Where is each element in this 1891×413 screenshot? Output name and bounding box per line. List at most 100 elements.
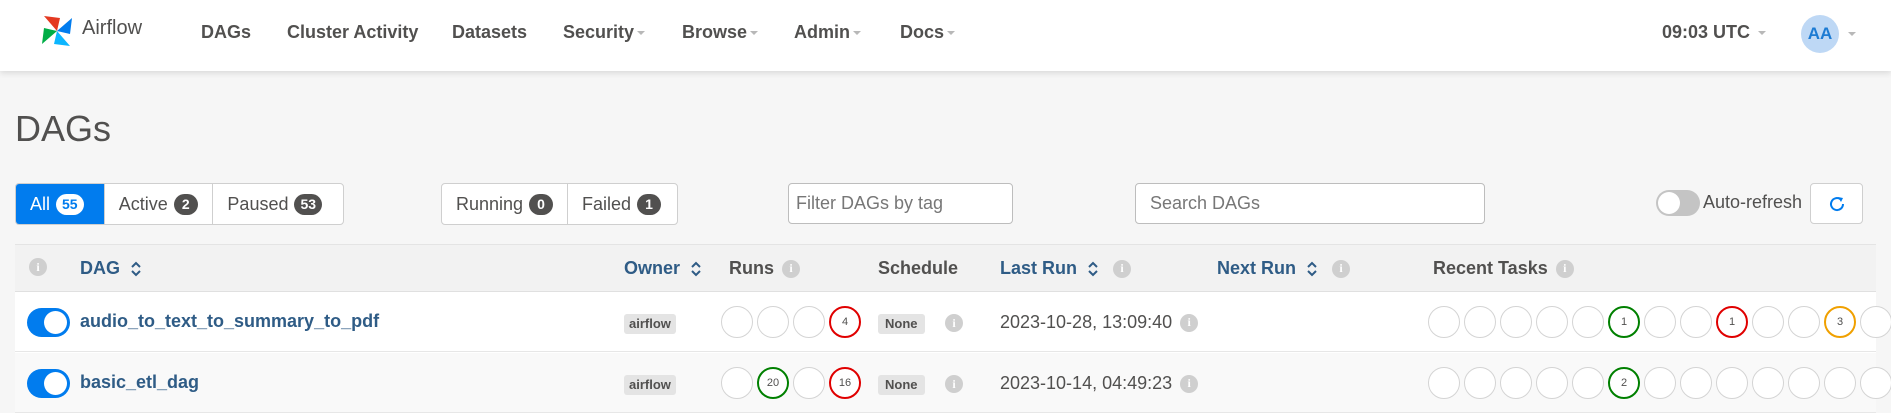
nav-cluster-activity[interactable]: Cluster Activity	[287, 22, 418, 43]
nav-admin-label: Admin	[794, 22, 850, 42]
nav-security-dropdown[interactable]: Security	[563, 22, 646, 43]
header-recent-tasks-label: Recent Tasks	[1433, 258, 1548, 278]
task-status-circle[interactable]	[1680, 306, 1712, 338]
task-status-circle-success[interactable]: 1	[1608, 306, 1640, 338]
info-icon[interactable]: i	[782, 259, 800, 278]
task-status-circle[interactable]	[1428, 367, 1460, 399]
header-last-run-sort[interactable]: Last Run i	[1000, 258, 1132, 279]
last-run-value[interactable]: 2023-10-14, 04:49:23	[1000, 373, 1172, 394]
task-status-circle[interactable]	[1464, 306, 1496, 338]
status-filter-group: All 55 Active 2 Paused 53	[15, 183, 344, 225]
task-status-circle[interactable]	[1644, 306, 1676, 338]
pause-toggle[interactable]	[27, 369, 70, 398]
task-status-circle[interactable]	[1500, 367, 1532, 399]
task-status-circle-failed[interactable]: 1	[1716, 306, 1748, 338]
header-next-run-sort[interactable]: Next Run i	[1217, 258, 1351, 279]
run-status-circle-failed[interactable]: 4	[829, 306, 861, 338]
run-status-circle[interactable]	[757, 306, 789, 338]
info-icon[interactable]: i	[1180, 313, 1199, 332]
search-dags-input[interactable]	[1135, 183, 1485, 224]
info-icon[interactable]: i	[1555, 259, 1574, 278]
schedule-tag: None	[878, 375, 925, 395]
auto-refresh-toggle[interactable]	[1656, 190, 1700, 216]
refresh-button[interactable]	[1810, 183, 1863, 224]
nav-datasets[interactable]: Datasets	[452, 22, 527, 43]
header-dag-sort[interactable]: DAG	[80, 258, 142, 279]
nav-dags[interactable]: DAGs	[201, 22, 251, 43]
task-status-circle[interactable]	[1680, 367, 1712, 399]
task-status-circle[interactable]	[1752, 367, 1784, 399]
task-status-circle[interactable]	[1536, 306, 1568, 338]
sort-icon	[1307, 261, 1317, 276]
task-status-circle[interactable]	[1824, 367, 1856, 399]
page-title: DAGs	[15, 108, 112, 149]
task-status-circle[interactable]	[1788, 306, 1820, 338]
info-icon[interactable]: i	[945, 314, 963, 332]
dag-link[interactable]: basic_etl_dag	[80, 372, 199, 393]
refresh-icon	[1829, 196, 1844, 211]
filter-running-button[interactable]: Running 0	[442, 184, 568, 224]
task-status-circle-success[interactable]: 2	[1608, 367, 1640, 399]
filter-active-count: 2	[173, 193, 198, 215]
dags-table: i DAG Owner Runs i Schedule Last Run i N…	[15, 244, 1891, 413]
task-status-circle[interactable]	[1428, 306, 1460, 338]
filter-all-count: 55	[56, 193, 84, 215]
info-icon[interactable]: i	[1180, 374, 1199, 393]
task-status-circle-up-for-retry[interactable]: 3	[1824, 306, 1856, 338]
caret-down-icon	[750, 31, 759, 36]
task-status-circle[interactable]	[1788, 367, 1820, 399]
last-run-value[interactable]: 2023-10-28, 13:09:40	[1000, 312, 1172, 333]
task-status-circle[interactable]	[1860, 306, 1891, 338]
owner-tag[interactable]: airflow	[624, 314, 676, 334]
task-status-circle[interactable]	[1500, 306, 1532, 338]
table-row: basic_etl_dag airflow 20 16 None i 2023-…	[15, 353, 1891, 413]
task-status-circle[interactable]	[1464, 367, 1496, 399]
nav-admin-dropdown[interactable]: Admin	[794, 22, 861, 43]
run-status-circle[interactable]	[721, 367, 753, 399]
task-status-circle[interactable]	[1644, 367, 1676, 399]
sort-icon	[1088, 261, 1098, 276]
filter-paused-button[interactable]: Paused 53	[213, 184, 343, 224]
info-icon[interactable]: i	[1332, 259, 1351, 278]
run-status-circle[interactable]	[721, 306, 753, 338]
run-status-circle-failed[interactable]: 16	[829, 367, 861, 399]
tag-filter-input[interactable]	[788, 183, 1013, 224]
filter-active-button[interactable]: Active 2	[105, 184, 214, 224]
nav-browse-dropdown[interactable]: Browse	[682, 22, 759, 43]
dag-link[interactable]: audio_to_text_to_summary_to_pdf	[80, 311, 379, 332]
nav-dags-label: DAGs	[201, 22, 252, 42]
filter-all-button[interactable]: All 55	[16, 184, 105, 224]
timezone-clock-dropdown[interactable]: 09:03 UTC	[1662, 22, 1767, 43]
header-runs: Runs i	[729, 258, 800, 279]
header-next-run-label: Next Run	[1217, 258, 1297, 278]
filter-failed-button[interactable]: Failed 1	[568, 184, 677, 224]
task-status-circle[interactable]	[1572, 367, 1604, 399]
filter-failed-label: Failed	[582, 193, 632, 214]
nav-docs-dropdown[interactable]: Docs	[900, 22, 956, 43]
info-icon[interactable]: i	[945, 375, 963, 393]
user-avatar[interactable]: AA	[1801, 15, 1839, 53]
caret-down-icon[interactable]	[1848, 32, 1856, 36]
airflow-home-link[interactable]: Airflow	[34, 8, 142, 54]
task-status-circle[interactable]	[1860, 367, 1891, 399]
info-icon[interactable]: i	[1113, 259, 1132, 278]
header-owner-sort[interactable]: Owner	[624, 258, 702, 279]
run-status-circle[interactable]	[793, 306, 825, 338]
task-status-circle[interactable]	[1572, 306, 1604, 338]
recent-tasks-circles: 1 1 3	[1428, 306, 1891, 338]
owner-tag[interactable]: airflow	[624, 375, 676, 395]
filter-active-label: Active	[118, 193, 168, 214]
filter-paused-label: Paused	[227, 193, 289, 214]
task-status-circle[interactable]	[1536, 367, 1568, 399]
runs-circles: 20 16	[721, 367, 865, 399]
task-status-circle[interactable]	[1716, 367, 1748, 399]
run-status-circle[interactable]	[793, 367, 825, 399]
nav-browse-label: Browse	[682, 22, 748, 42]
table-header: i DAG Owner Runs i Schedule Last Run i N…	[15, 245, 1876, 292]
pause-toggle[interactable]	[27, 308, 70, 337]
last-run-cell: 2023-10-28, 13:09:40 i	[1000, 312, 1199, 333]
task-status-circle[interactable]	[1752, 306, 1784, 338]
run-status-circle-success[interactable]: 20	[757, 367, 789, 399]
info-icon[interactable]: i	[29, 258, 47, 276]
brand-name: Airflow	[82, 16, 143, 39]
